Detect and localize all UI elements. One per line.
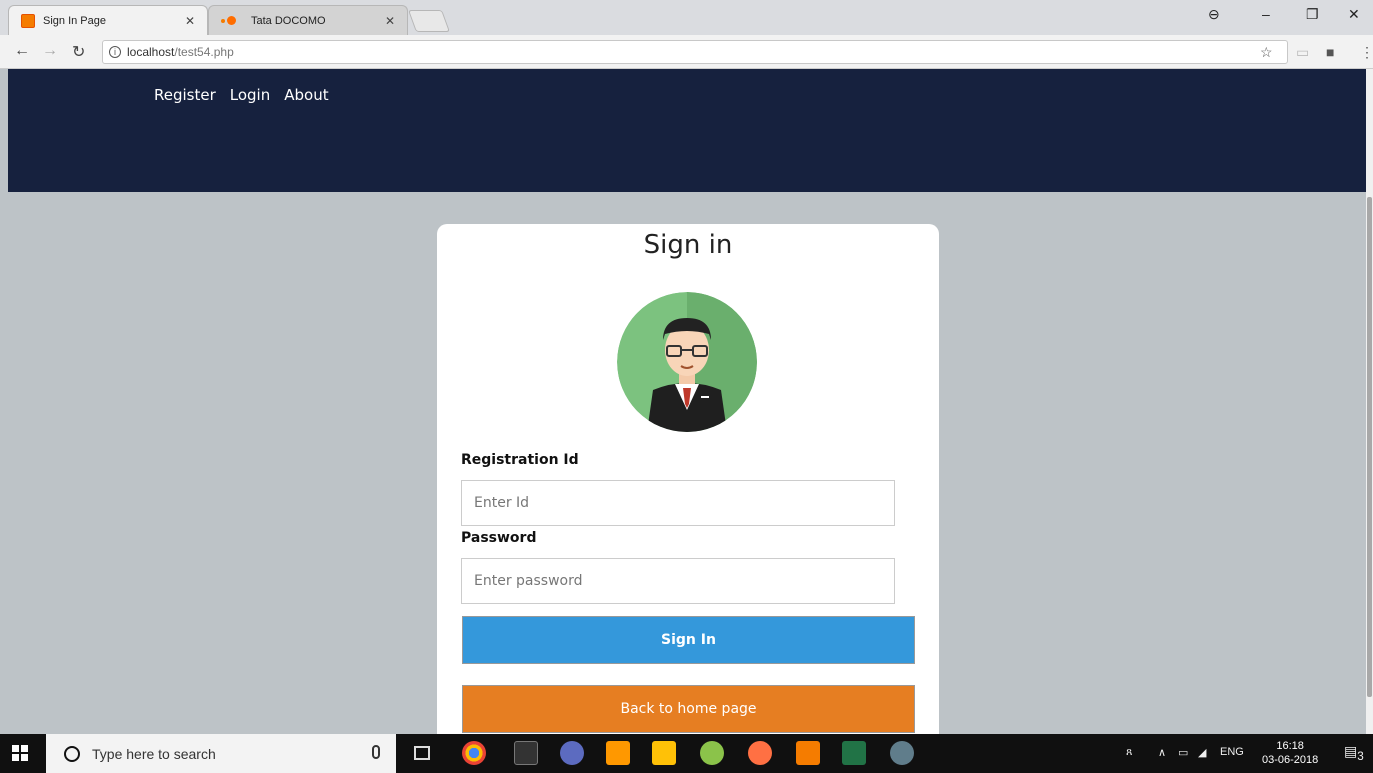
windows-taskbar: Type here to search ጸ ∧ ▭ ◢ ENG 16:18 03…	[0, 734, 1373, 773]
back-arrow-icon[interactable]: ←	[14, 42, 30, 60]
clock-date: 03-06-2018	[1262, 754, 1319, 766]
paint-palette-icon[interactable]	[890, 741, 914, 765]
nav-login-link[interactable]: Login	[230, 86, 270, 104]
excel-app-icon[interactable]	[842, 741, 866, 765]
task-view-icon[interactable]	[414, 746, 430, 760]
site-header: Register Login About	[8, 69, 1366, 192]
page-content: Register Login About Sign in Registratio…	[0, 69, 1366, 734]
firefox-app-icon[interactable]	[748, 741, 772, 765]
battery-icon[interactable]: ▭	[1178, 746, 1188, 759]
people-icon[interactable]: ጸ	[1126, 746, 1132, 759]
profile-icon[interactable]: ⊖	[1208, 6, 1220, 23]
close-window-icon[interactable]: ✕	[1348, 6, 1360, 23]
taskbar-search-box[interactable]: Type here to search	[46, 734, 396, 773]
tab-title: Sign In Page	[43, 14, 106, 27]
microphone-icon[interactable]	[372, 745, 380, 759]
wifi-icon[interactable]: ◢	[1198, 746, 1206, 759]
reload-icon[interactable]: ↻	[72, 42, 85, 62]
url-path: /test54.php	[174, 45, 234, 59]
terminal-app-icon[interactable]	[514, 741, 538, 765]
notification-count: 3	[1357, 749, 1364, 763]
sign-in-button[interactable]: Sign In	[462, 616, 915, 664]
chevron-up-icon[interactable]: ∧	[1158, 746, 1166, 759]
file-explorer-icon[interactable]	[652, 741, 676, 765]
password-input[interactable]	[461, 558, 895, 604]
browser-tab-strip: Sign In Page ✕ Tata DOCOMO ✕ ⊖ – ❐ ✕	[0, 0, 1373, 35]
sign-in-title: Sign in	[643, 230, 733, 260]
back-to-home-button[interactable]: Back to home page	[462, 685, 915, 733]
extension-icon[interactable]: ▭	[1296, 44, 1309, 61]
nav-register-link[interactable]: Register	[154, 86, 216, 104]
info-icon[interactable]: i	[109, 46, 121, 58]
clock-time: 16:18	[1276, 740, 1304, 752]
sublime-app-icon[interactable]	[606, 741, 630, 765]
new-tab-button[interactable]	[407, 10, 451, 32]
page-scrollbar[interactable]	[1366, 69, 1373, 734]
chrome-app-icon[interactable]	[462, 741, 486, 765]
taskbar-clock[interactable]: 16:18 03-06-2018	[1262, 739, 1318, 767]
tab-sign-in-page[interactable]: Sign In Page ✕	[8, 5, 208, 35]
restore-icon[interactable]: ❐	[1306, 6, 1319, 23]
paint-app-icon[interactable]	[560, 741, 584, 765]
browser-toolbar: ← → ↻ i localhost/test54.php ☆ ▭ ■ ⋮	[0, 35, 1373, 69]
cortana-icon	[64, 745, 80, 762]
user-avatar	[617, 292, 757, 432]
site-nav: Register Login About	[154, 86, 329, 104]
xampp-app-icon[interactable]	[796, 741, 820, 765]
menu-dots-icon[interactable]: ⋮	[1360, 44, 1373, 61]
forward-arrow-icon[interactable]: →	[42, 42, 58, 60]
docomo-favicon-icon	[221, 16, 243, 26]
minimize-icon[interactable]: –	[1262, 6, 1270, 22]
sign-in-card: Sign in Registration Id Password	[437, 224, 939, 734]
url-host: localhost	[127, 45, 175, 59]
tab-title: Tata DOCOMO	[251, 14, 326, 27]
password-label: Password	[461, 530, 537, 546]
close-tab-icon[interactable]: ✕	[385, 14, 395, 28]
nav-about-link[interactable]: About	[284, 86, 328, 104]
language-indicator[interactable]: ENG	[1220, 746, 1244, 758]
notifications-icon[interactable]: ▤3	[1344, 743, 1364, 763]
extension-square-icon[interactable]: ■	[1326, 44, 1334, 60]
android-studio-icon[interactable]	[700, 741, 724, 765]
tab-tata-docomo[interactable]: Tata DOCOMO ✕	[208, 5, 408, 35]
bookmark-star-icon[interactable]: ☆	[1260, 44, 1273, 61]
close-tab-icon[interactable]: ✕	[185, 14, 195, 28]
address-bar[interactable]: i localhost/test54.php	[102, 40, 1288, 64]
registration-id-input[interactable]	[461, 480, 895, 526]
xampp-favicon-icon	[21, 13, 35, 28]
windows-start-icon[interactable]	[12, 745, 28, 761]
search-placeholder: Type here to search	[92, 745, 216, 762]
registration-id-label: Registration Id	[461, 452, 579, 468]
scrollbar-thumb[interactable]	[1367, 197, 1372, 697]
